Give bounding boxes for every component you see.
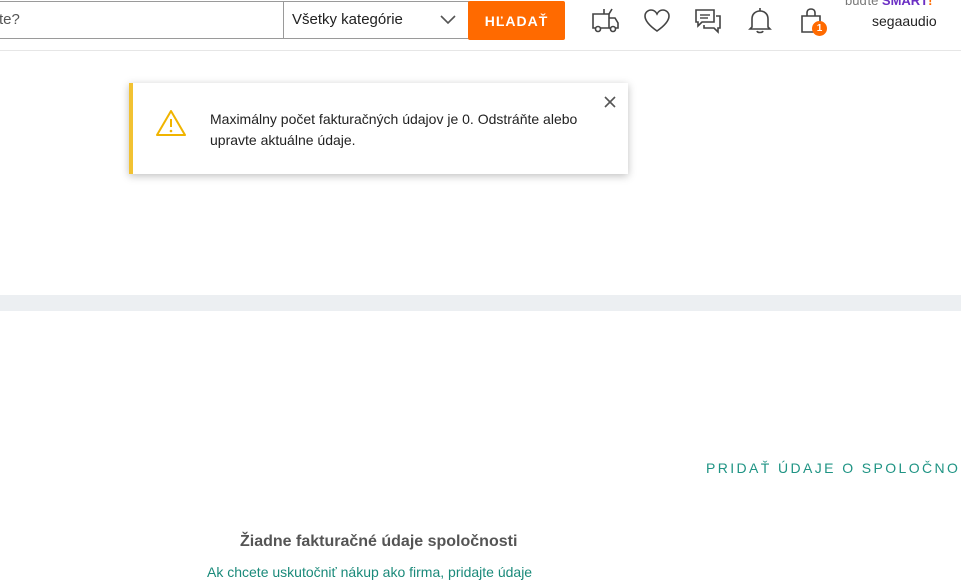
section-divider	[0, 295, 961, 311]
smart-prefix: buďte	[845, 0, 879, 8]
cart-count-badge: 1	[812, 21, 827, 36]
bell-icon[interactable]	[745, 6, 775, 36]
empty-state-title: Žiadne fakturačné údaje spoločnosti	[240, 533, 518, 550]
empty-state-link[interactable]: Ak chcete uskutočniť nákup ako firma, pr…	[207, 564, 532, 580]
chat-icon[interactable]	[693, 6, 723, 36]
alert-message: Maximálny počet fakturačných údajov je 0…	[210, 111, 578, 148]
close-icon[interactable]	[603, 95, 617, 109]
account-username[interactable]: segaaudio	[872, 13, 937, 29]
heart-icon[interactable]	[642, 6, 672, 36]
search-input[interactable]	[0, 1, 284, 39]
warning-alert: Maximálny počet fakturačných údajov je 0…	[129, 83, 628, 174]
smart-brand: SMART	[881, 0, 929, 8]
smart-mark: !	[928, 0, 933, 8]
warning-icon	[156, 110, 186, 136]
category-select[interactable]: Všetky kategórie	[283, 1, 469, 39]
smart-promo[interactable]: buďte SMART!	[845, 0, 932, 8]
chevron-down-icon	[440, 15, 456, 25]
add-company-details-link[interactable]: PRIDAŤ ÚDAJE O SPOLOČNOSTI	[706, 460, 961, 476]
category-select-value: Všetky kategórie	[292, 11, 403, 28]
top-header: Všetky kategórie HĽADAŤ	[0, 0, 961, 51]
search-button[interactable]: HĽADAŤ	[468, 1, 565, 40]
delivery-truck-icon[interactable]	[590, 6, 620, 36]
